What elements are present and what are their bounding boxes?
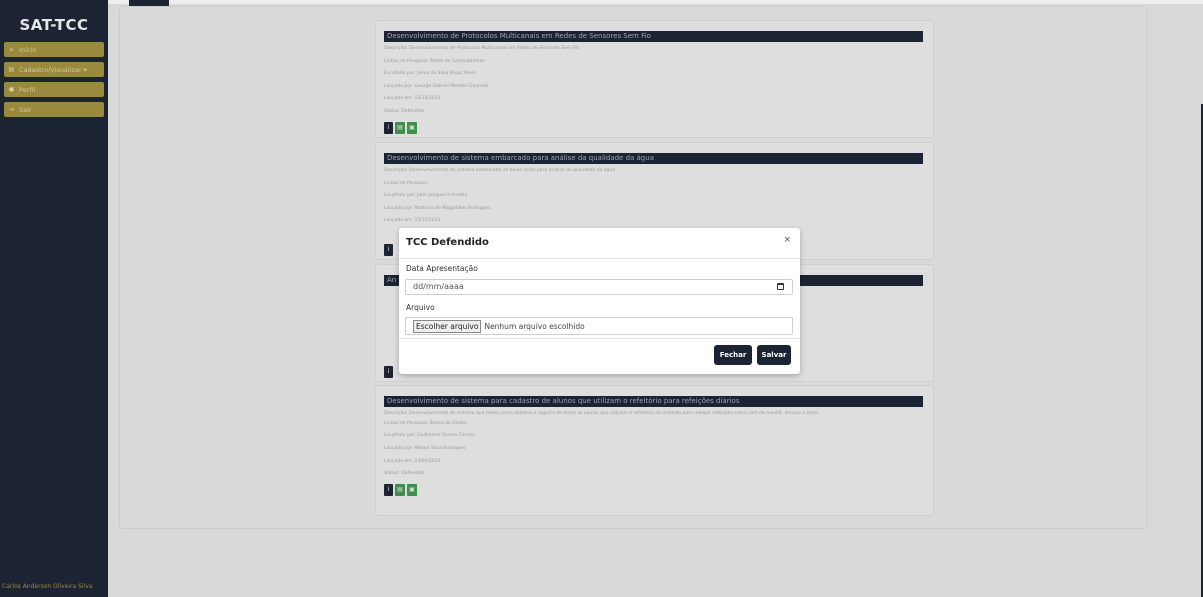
date-label: Data Apresentação bbox=[406, 264, 478, 273]
modal-footer: Fechar Salvar bbox=[399, 338, 800, 374]
date-placeholder: dd/mm/aaaa bbox=[413, 282, 464, 291]
close-icon[interactable]: × bbox=[783, 235, 791, 245]
presentation-date-input[interactable]: dd/mm/aaaa bbox=[405, 279, 793, 295]
file-label: Arquivo bbox=[406, 303, 435, 312]
save-button[interactable]: Salvar bbox=[757, 345, 791, 365]
choose-file-button[interactable]: Escolher arquivo bbox=[413, 319, 482, 333]
modal-title: TCC Defendido bbox=[406, 237, 489, 248]
calendar-icon[interactable] bbox=[777, 283, 784, 290]
tcc-defended-modal: TCC Defendido × Data Apresentação dd/mm/… bbox=[399, 228, 800, 374]
close-button[interactable]: Fechar bbox=[714, 345, 752, 365]
file-input[interactable]: Escolher arquivo Nenhum arquivo escolhid… bbox=[405, 317, 793, 335]
modal-header: TCC Defendido × bbox=[399, 228, 800, 259]
file-status: Nenhum arquivo escolhido bbox=[484, 321, 585, 331]
